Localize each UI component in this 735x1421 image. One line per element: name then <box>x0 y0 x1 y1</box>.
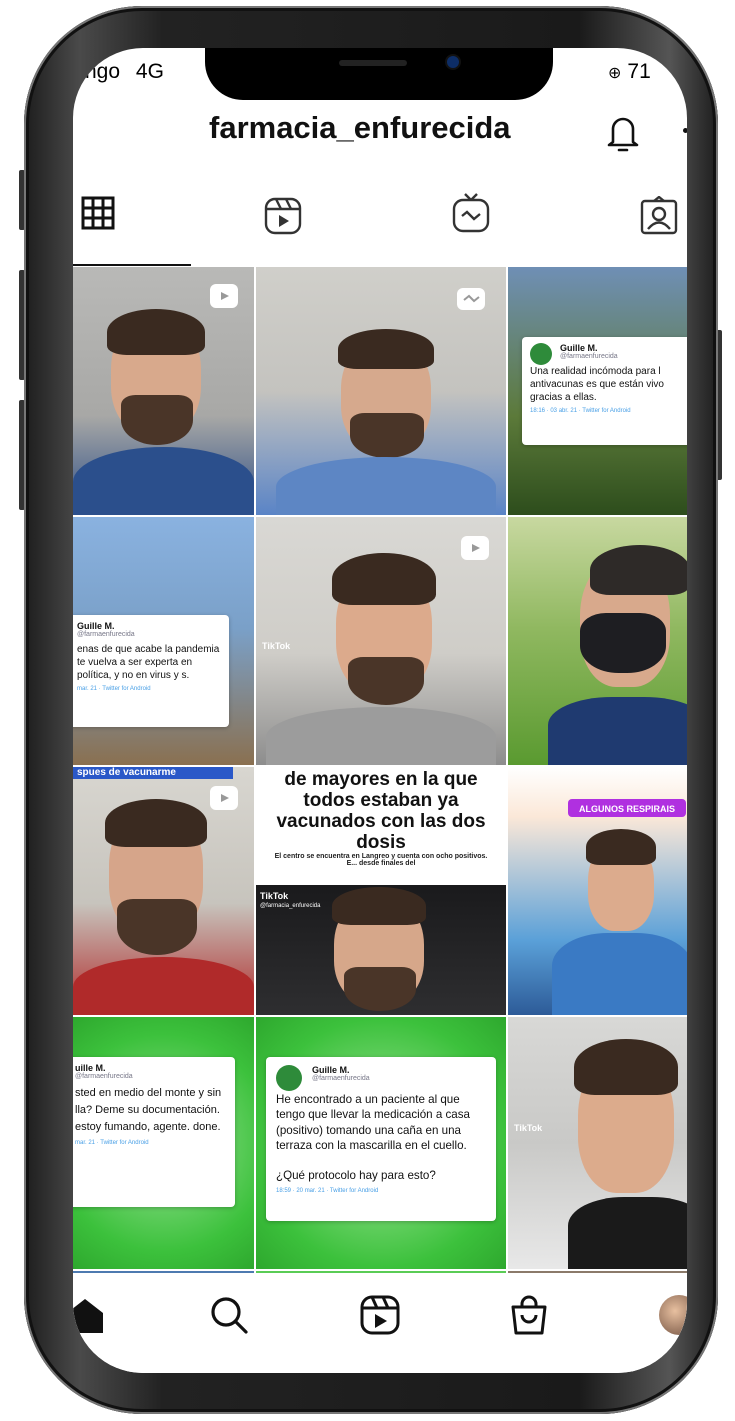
person-beard <box>348 657 424 705</box>
post-tile[interactable]: Guille M. @farmaenfurecida Una realidad … <box>508 267 687 515</box>
person-shirt <box>568 1197 687 1269</box>
tweet-card: Guille M. @farmaenfurecida He encontrado… <box>266 1057 496 1221</box>
banner-strip: spues de vacunarme <box>73 767 233 779</box>
reels-icon[interactable] <box>360 1295 400 1335</box>
speaker <box>339 60 407 66</box>
person-beard <box>117 899 197 955</box>
tiktok-label: TikTok <box>514 1123 543 1133</box>
more-menu-icon[interactable] <box>683 128 687 133</box>
person-shirt <box>73 447 254 515</box>
post-tile[interactable] <box>73 267 254 515</box>
reels-icon <box>210 786 238 810</box>
tweet-text: enas de que acabe la pandemia te vuelva … <box>77 644 220 681</box>
badge-text: ALGUNOS RESPIRAIS <box>578 804 675 814</box>
tweet-author: Guille M. <box>560 343 598 353</box>
banner-text: spues de vacunarme <box>77 767 176 778</box>
person-hair <box>332 553 436 605</box>
tiktok-label: TikTok <box>262 641 291 651</box>
battery-level: 71 <box>627 60 651 83</box>
post-tile[interactable]: Guille M. @farmaenfurecida He encontrado… <box>256 1017 506 1269</box>
post-subcaption: El centro se encuentra en Langreo y cuen… <box>274 853 488 867</box>
person-shirt <box>552 933 687 1015</box>
tweet-handle: @farmaenfurecida <box>312 1075 370 1082</box>
person-hair <box>105 799 207 847</box>
tiktok-label: TikTok <box>260 891 289 901</box>
tweet-meta: 18:59 · 20 mar. 21 · Twitter for Android <box>276 1187 379 1194</box>
tweet-text: Una realidad incómoda para l antivacunas… <box>530 366 664 403</box>
person-hair <box>574 1039 678 1095</box>
tweet-author: Guille M. <box>77 621 115 631</box>
person-hair <box>332 887 426 925</box>
post-tile[interactable]: spues de vacunarme <box>73 767 254 1015</box>
screen: ngo 4G ⊕ 71 farmacia_enfurecida Guille M… <box>73 48 687 1373</box>
tweet-meta: 18:16 · 03 abr. 21 · Twitter for Android <box>530 408 631 414</box>
status-bar-left: ngo 4G <box>85 60 164 84</box>
post-caption: de mayores en la que todos estaban ya va… <box>276 769 486 853</box>
person-beard <box>344 967 416 1011</box>
tweet-card: Guille M. @farmaenfurecida enas de que a… <box>73 615 229 727</box>
tweet-text: He encontrado a un paciente al que tengo… <box>276 1093 470 1183</box>
tweet-meta: mar. 21 · Twitter for Android <box>77 686 151 692</box>
post-tile[interactable]: de mayores en la que todos estaban ya va… <box>256 767 506 1015</box>
tagged-icon[interactable] <box>639 196 679 236</box>
posts-grid: Guille M. @farmaenfurecida Una realidad … <box>73 267 687 1277</box>
person-shirt <box>73 957 254 1015</box>
network-type: 4G <box>135 60 164 83</box>
carrier-name: ngo <box>85 60 121 83</box>
tweet-handle: @farmaenfurecida <box>560 353 618 360</box>
tweet-handle: @farmaenfurecida <box>75 1073 133 1080</box>
post-tile[interactable]: TikTok <box>508 1017 687 1269</box>
status-bar-right: ⊕ 71 <box>608 60 651 84</box>
person-shirt <box>548 697 687 765</box>
avatar <box>276 1065 302 1091</box>
person-beard <box>350 413 424 458</box>
person-shirt <box>266 707 496 765</box>
active-tab-indicator <box>73 264 191 266</box>
tweet-card: Guille M. @farmaenfurecida Una realidad … <box>522 337 687 445</box>
post-tile[interactable] <box>508 517 687 765</box>
shop-icon[interactable] <box>509 1295 549 1335</box>
tiktok-handle: @farmacia_enfurecida <box>260 903 321 909</box>
post-tile[interactable]: ALGUNOS RESPIRAIS <box>508 767 687 1015</box>
profile-tabs <box>73 188 687 268</box>
tweet-meta: mar. 21 · Twitter for Android <box>75 1140 149 1147</box>
tweet-author: uille M. <box>75 1063 106 1073</box>
tweet-handle: @farmaenfurecida <box>77 631 135 638</box>
post-tile[interactable]: TikTok <box>256 517 506 765</box>
bottom-navigation <box>73 1273 687 1373</box>
front-camera <box>447 56 459 68</box>
igtv-icon <box>457 288 485 310</box>
search-icon[interactable] <box>209 1295 249 1335</box>
grid-icon[interactable] <box>81 196 115 230</box>
tweet-text: sted en medio del monte y sin lla? Deme … <box>75 1087 222 1134</box>
purple-badge: ALGUNOS RESPIRAIS <box>568 799 686 817</box>
reels-icon <box>461 536 489 560</box>
bell-icon[interactable] <box>605 112 641 154</box>
igtv-icon[interactable] <box>451 192 491 234</box>
tweet-author: Guille M. <box>312 1065 350 1075</box>
post-tile[interactable]: Guille M. @farmaenfurecida enas de que a… <box>73 517 254 765</box>
home-icon[interactable] <box>73 1295 105 1335</box>
face-mask <box>580 613 666 673</box>
profile-username[interactable]: farmacia_enfurecida <box>209 110 511 146</box>
person-hair <box>107 309 205 355</box>
person-beard <box>121 395 193 445</box>
person-shirt <box>276 457 496 515</box>
reels-icon <box>210 284 238 308</box>
reels-icon[interactable] <box>263 196 303 236</box>
avatar[interactable] <box>659 1295 687 1335</box>
notch <box>205 48 553 100</box>
phone-frame: ngo 4G ⊕ 71 farmacia_enfurecida Guille M… <box>24 6 718 1414</box>
avatar <box>530 343 552 365</box>
person-hair <box>586 829 656 865</box>
tweet-card: uille M. @farmaenfurecida sted en medio … <box>73 1057 235 1207</box>
rotation-lock-icon: ⊕ <box>608 65 622 82</box>
post-tile[interactable]: uille M. @farmaenfurecida sted en medio … <box>73 1017 254 1269</box>
person-hair <box>338 329 434 369</box>
person-hair <box>590 545 687 595</box>
post-tile[interactable] <box>256 267 506 515</box>
